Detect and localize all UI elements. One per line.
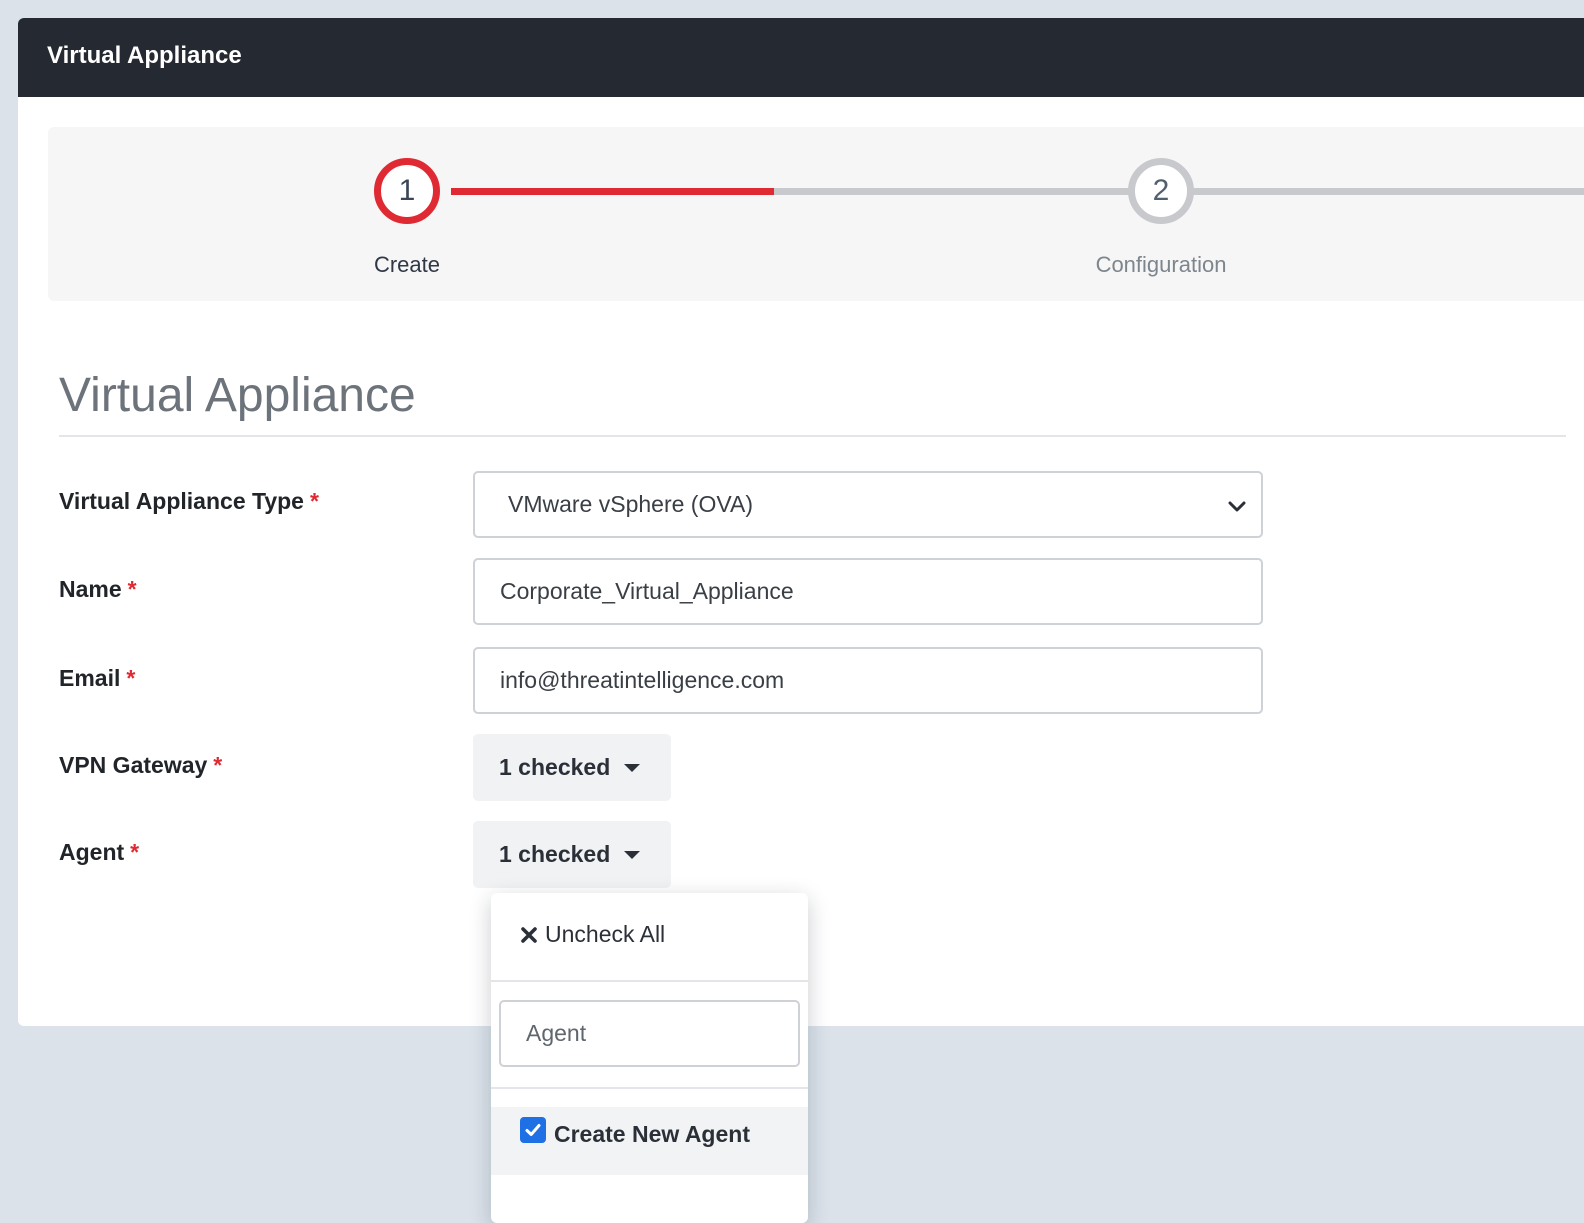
dropdown-option[interactable]: Create New Agent xyxy=(491,1107,808,1175)
required-mark: * xyxy=(127,576,137,602)
dropdown-divider xyxy=(491,1087,808,1089)
uncheck-all-button[interactable]: Uncheck All xyxy=(519,921,665,948)
type-label: Virtual Appliance Type * xyxy=(59,488,319,514)
email-input[interactable]: info@threatintelligence.com xyxy=(473,647,1263,714)
required-mark: * xyxy=(130,839,140,865)
close-icon xyxy=(521,926,537,943)
caret-down-icon xyxy=(624,763,641,772)
dropdown-option-label: Create New Agent xyxy=(554,1121,750,1147)
required-mark: * xyxy=(309,488,319,514)
checkbox-checked[interactable] xyxy=(520,1117,546,1143)
card-header: Virtual Appliance xyxy=(18,18,1584,97)
step-1-circle[interactable]: 1 xyxy=(374,158,440,224)
agent-multiselect-button[interactable]: 1 checked xyxy=(473,821,671,888)
vpn-gateway-label: VPN Gateway * xyxy=(59,752,223,778)
stepper-progress-line xyxy=(451,188,774,195)
agent-value: 1 checked xyxy=(499,841,611,867)
dropdown-divider xyxy=(491,980,808,982)
uncheck-all-label: Uncheck All xyxy=(545,921,666,947)
checkmark-icon xyxy=(525,1124,541,1136)
name-label: Name * xyxy=(59,576,137,602)
chevron-down-icon xyxy=(1228,501,1246,512)
name-value: Corporate_Virtual_Appliance xyxy=(500,578,794,604)
step-2-circle[interactable]: 2 xyxy=(1128,158,1194,224)
section-divider xyxy=(59,435,1566,437)
step-1-label: Create xyxy=(373,252,441,277)
card-title: Virtual Appliance xyxy=(47,42,242,69)
agent-label: Agent * xyxy=(59,839,140,865)
email-value: info@threatintelligence.com xyxy=(500,667,785,693)
appliance-type-value: VMware vSphere (OVA) xyxy=(508,491,753,517)
email-label: Email * xyxy=(59,665,136,691)
vpn-gateway-value: 1 checked xyxy=(499,754,611,780)
section-title: Virtual Appliance xyxy=(59,369,416,422)
required-mark: * xyxy=(126,665,136,691)
step-2-label: Configuration xyxy=(1095,252,1227,277)
name-input[interactable]: Corporate_Virtual_Appliance xyxy=(473,558,1263,625)
agent-dropdown-menu: Uncheck All Create New Agent xyxy=(491,893,808,1223)
vpn-gateway-multiselect-button[interactable]: 1 checked xyxy=(473,734,671,801)
required-mark: * xyxy=(213,752,223,778)
agent-search-input[interactable] xyxy=(499,1000,800,1067)
appliance-type-select[interactable]: VMware vSphere (OVA) xyxy=(473,471,1263,538)
stepper: 1 Create 2 Configuration xyxy=(48,127,1584,301)
caret-down-icon xyxy=(624,850,641,859)
